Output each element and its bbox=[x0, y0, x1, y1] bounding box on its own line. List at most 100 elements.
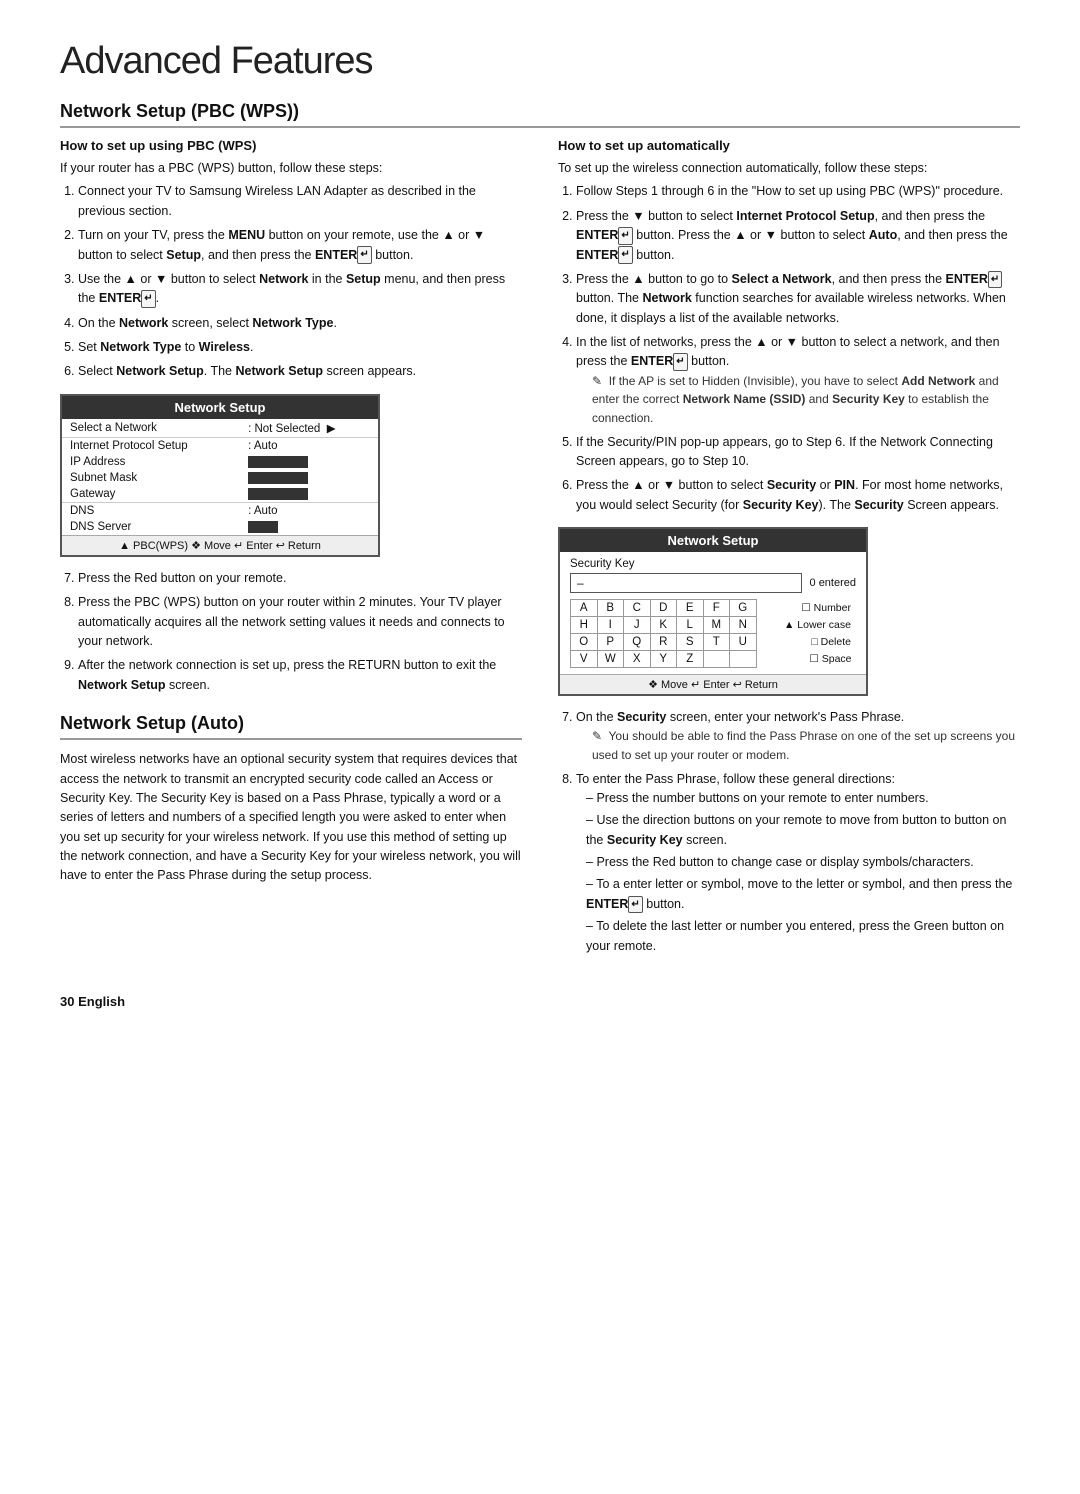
row-value: : Auto bbox=[240, 502, 378, 519]
key-J: J bbox=[624, 617, 651, 634]
page-title: Advanced Features bbox=[60, 40, 1020, 83]
key-D: D bbox=[650, 600, 677, 617]
security-setup-box-header: Network Setup bbox=[560, 529, 866, 552]
auto-step-4: In the list of networks, press the ▲ or … bbox=[576, 333, 1020, 428]
key-count: 0 entered bbox=[810, 577, 856, 589]
key-T: T bbox=[703, 634, 730, 651]
auto-subsection-title: How to set up automatically bbox=[558, 138, 1020, 153]
keyboard-row-3: O P Q R S T U □ Delete bbox=[571, 634, 856, 651]
key-bar: – 0 entered bbox=[570, 573, 856, 593]
network-setup-table: Select a Network : Not Selected ▶ Intern… bbox=[62, 419, 378, 535]
auto-step-1: Follow Steps 1 through 6 in the "How to … bbox=[576, 182, 1020, 201]
key-F: F bbox=[703, 600, 730, 617]
key-I: I bbox=[597, 617, 624, 634]
col-right: How to set up automatically To set up th… bbox=[558, 138, 1020, 964]
key-M: M bbox=[703, 617, 730, 634]
keyboard-row-2: H I J K L M N ▲ Lower case bbox=[571, 617, 856, 634]
dash-item-3: Press the Red button to change case or d… bbox=[586, 853, 1020, 872]
section1-title: Network Setup (PBC (WPS)) bbox=[60, 101, 1020, 128]
table-row: DNS Server bbox=[62, 519, 378, 535]
pbc-intro: If your router has a PBC (WPS) button, f… bbox=[60, 159, 522, 178]
network-setup-auto-section: Network Setup (Auto) Most wireless netwo… bbox=[60, 713, 522, 886]
pbc-step-7: Press the Red button on your remote. bbox=[78, 569, 522, 588]
key-G: G bbox=[730, 600, 757, 617]
row-label: Internet Protocol Setup bbox=[62, 437, 240, 454]
key-B: B bbox=[597, 600, 624, 617]
key-A: A bbox=[571, 600, 598, 617]
dash-item-5: To delete the last letter or number you … bbox=[586, 917, 1020, 956]
pbc-step-4: On the Network screen, select Network Ty… bbox=[78, 314, 522, 333]
table-row: Subnet Mask bbox=[62, 470, 378, 486]
key-C: C bbox=[624, 600, 651, 617]
key-R: R bbox=[650, 634, 677, 651]
pbc-steps-list-cont: Press the Red button on your remote. Pre… bbox=[60, 569, 522, 695]
keyboard-row-1: A B C D E F G ☐ Number bbox=[571, 600, 856, 617]
key-blank1 bbox=[703, 651, 730, 668]
pbc-step-5: Set Network Type to Wireless. bbox=[78, 338, 522, 357]
security-body: Security Key – 0 entered A B C D E F G ☐… bbox=[560, 552, 866, 674]
auto-step-5: If the Security/PIN pop-up appears, go t… bbox=[576, 433, 1020, 472]
row-label: Subnet Mask bbox=[62, 470, 240, 486]
row-label: DNS Server bbox=[62, 519, 240, 535]
key-X: X bbox=[624, 651, 651, 668]
section2-title: Network Setup (Auto) bbox=[60, 713, 522, 740]
side-label-space: ☐ Space bbox=[756, 651, 856, 668]
key-K: K bbox=[650, 617, 677, 634]
pbc-step-2: Turn on your TV, press the MENU button o… bbox=[78, 226, 522, 265]
network-setup-box-footer: ▲ PBC(WPS) ❖ Move ↵ Enter ↩ Return bbox=[62, 535, 378, 555]
auto-step-2: Press the ▼ button to select Internet Pr… bbox=[576, 207, 1020, 265]
auto-step-7: On the Security screen, enter your netwo… bbox=[576, 708, 1020, 765]
keyboard-grid: A B C D E F G ☐ Number H I J K L bbox=[570, 599, 856, 668]
auto-steps-list: Follow Steps 1 through 6 in the "How to … bbox=[558, 182, 1020, 515]
row-value bbox=[240, 519, 378, 535]
key-O: O bbox=[571, 634, 598, 651]
keyboard-row-4: V W X Y Z ☐ Space bbox=[571, 651, 856, 668]
section2-description: Most wireless networks have an optional … bbox=[60, 750, 522, 886]
key-W: W bbox=[597, 651, 624, 668]
key-V: V bbox=[571, 651, 598, 668]
pbc-step-3: Use the ▲ or ▼ button to select Network … bbox=[78, 270, 522, 309]
row-value bbox=[240, 454, 378, 470]
pbc-step-9: After the network connection is set up, … bbox=[78, 656, 522, 695]
note-step7: ✎ You should be able to find the Pass Ph… bbox=[576, 727, 1020, 764]
col-left: How to set up using PBC (WPS) If your ro… bbox=[60, 138, 522, 964]
key-L: L bbox=[677, 617, 704, 634]
auto-steps-list-cont: On the Security screen, enter your netwo… bbox=[558, 708, 1020, 956]
key-Z: Z bbox=[677, 651, 704, 668]
auto-step-6: Press the ▲ or ▼ button to select Securi… bbox=[576, 476, 1020, 515]
table-row: Gateway bbox=[62, 486, 378, 503]
pbc-step-1: Connect your TV to Samsung Wireless LAN … bbox=[78, 182, 522, 221]
row-value: : Not Selected ▶ bbox=[240, 419, 378, 438]
key-Y: Y bbox=[650, 651, 677, 668]
key-U: U bbox=[730, 634, 757, 651]
page-number: 30 English bbox=[60, 994, 1020, 1009]
network-setup-box-header: Network Setup bbox=[62, 396, 378, 419]
page-lang: English bbox=[78, 994, 125, 1009]
pbc-steps-list: Connect your TV to Samsung Wireless LAN … bbox=[60, 182, 522, 381]
row-label: Select a Network bbox=[62, 419, 240, 438]
auto-intro: To set up the wireless connection automa… bbox=[558, 159, 1020, 178]
side-label-number: ☐ Number bbox=[756, 600, 856, 617]
table-row: Select a Network : Not Selected ▶ bbox=[62, 419, 378, 438]
pbc-step-6: Select Network Setup. The Network Setup … bbox=[78, 362, 522, 381]
key-P: P bbox=[597, 634, 624, 651]
auto-step-3: Press the ▲ button to go to Select a Net… bbox=[576, 270, 1020, 328]
row-value bbox=[240, 486, 378, 503]
pbc-subsection-title: How to set up using PBC (WPS) bbox=[60, 138, 522, 153]
security-setup-box: Network Setup Security Key – 0 entered A… bbox=[558, 527, 868, 696]
dash-item-1: Press the number buttons on your remote … bbox=[586, 789, 1020, 808]
table-row: IP Address bbox=[62, 454, 378, 470]
key-Q: Q bbox=[624, 634, 651, 651]
table-row: Internet Protocol Setup : Auto bbox=[62, 437, 378, 454]
side-label-lower: ▲ Lower case bbox=[756, 617, 856, 634]
security-key-label: Security Key bbox=[570, 558, 856, 570]
side-label-delete: □ Delete bbox=[756, 634, 856, 651]
page-num-text: 30 bbox=[60, 994, 74, 1009]
row-value: : Auto bbox=[240, 437, 378, 454]
row-label: Gateway bbox=[62, 486, 240, 503]
pbc-step-8: Press the PBC (WPS) button on your route… bbox=[78, 593, 522, 651]
network-setup-box: Network Setup Select a Network : Not Sel… bbox=[60, 394, 380, 557]
key-blank2 bbox=[730, 651, 757, 668]
auto-step-8: To enter the Pass Phrase, follow these g… bbox=[576, 770, 1020, 956]
note-step4: ✎ If the AP is set to Hidden (Invisible)… bbox=[576, 372, 1020, 428]
